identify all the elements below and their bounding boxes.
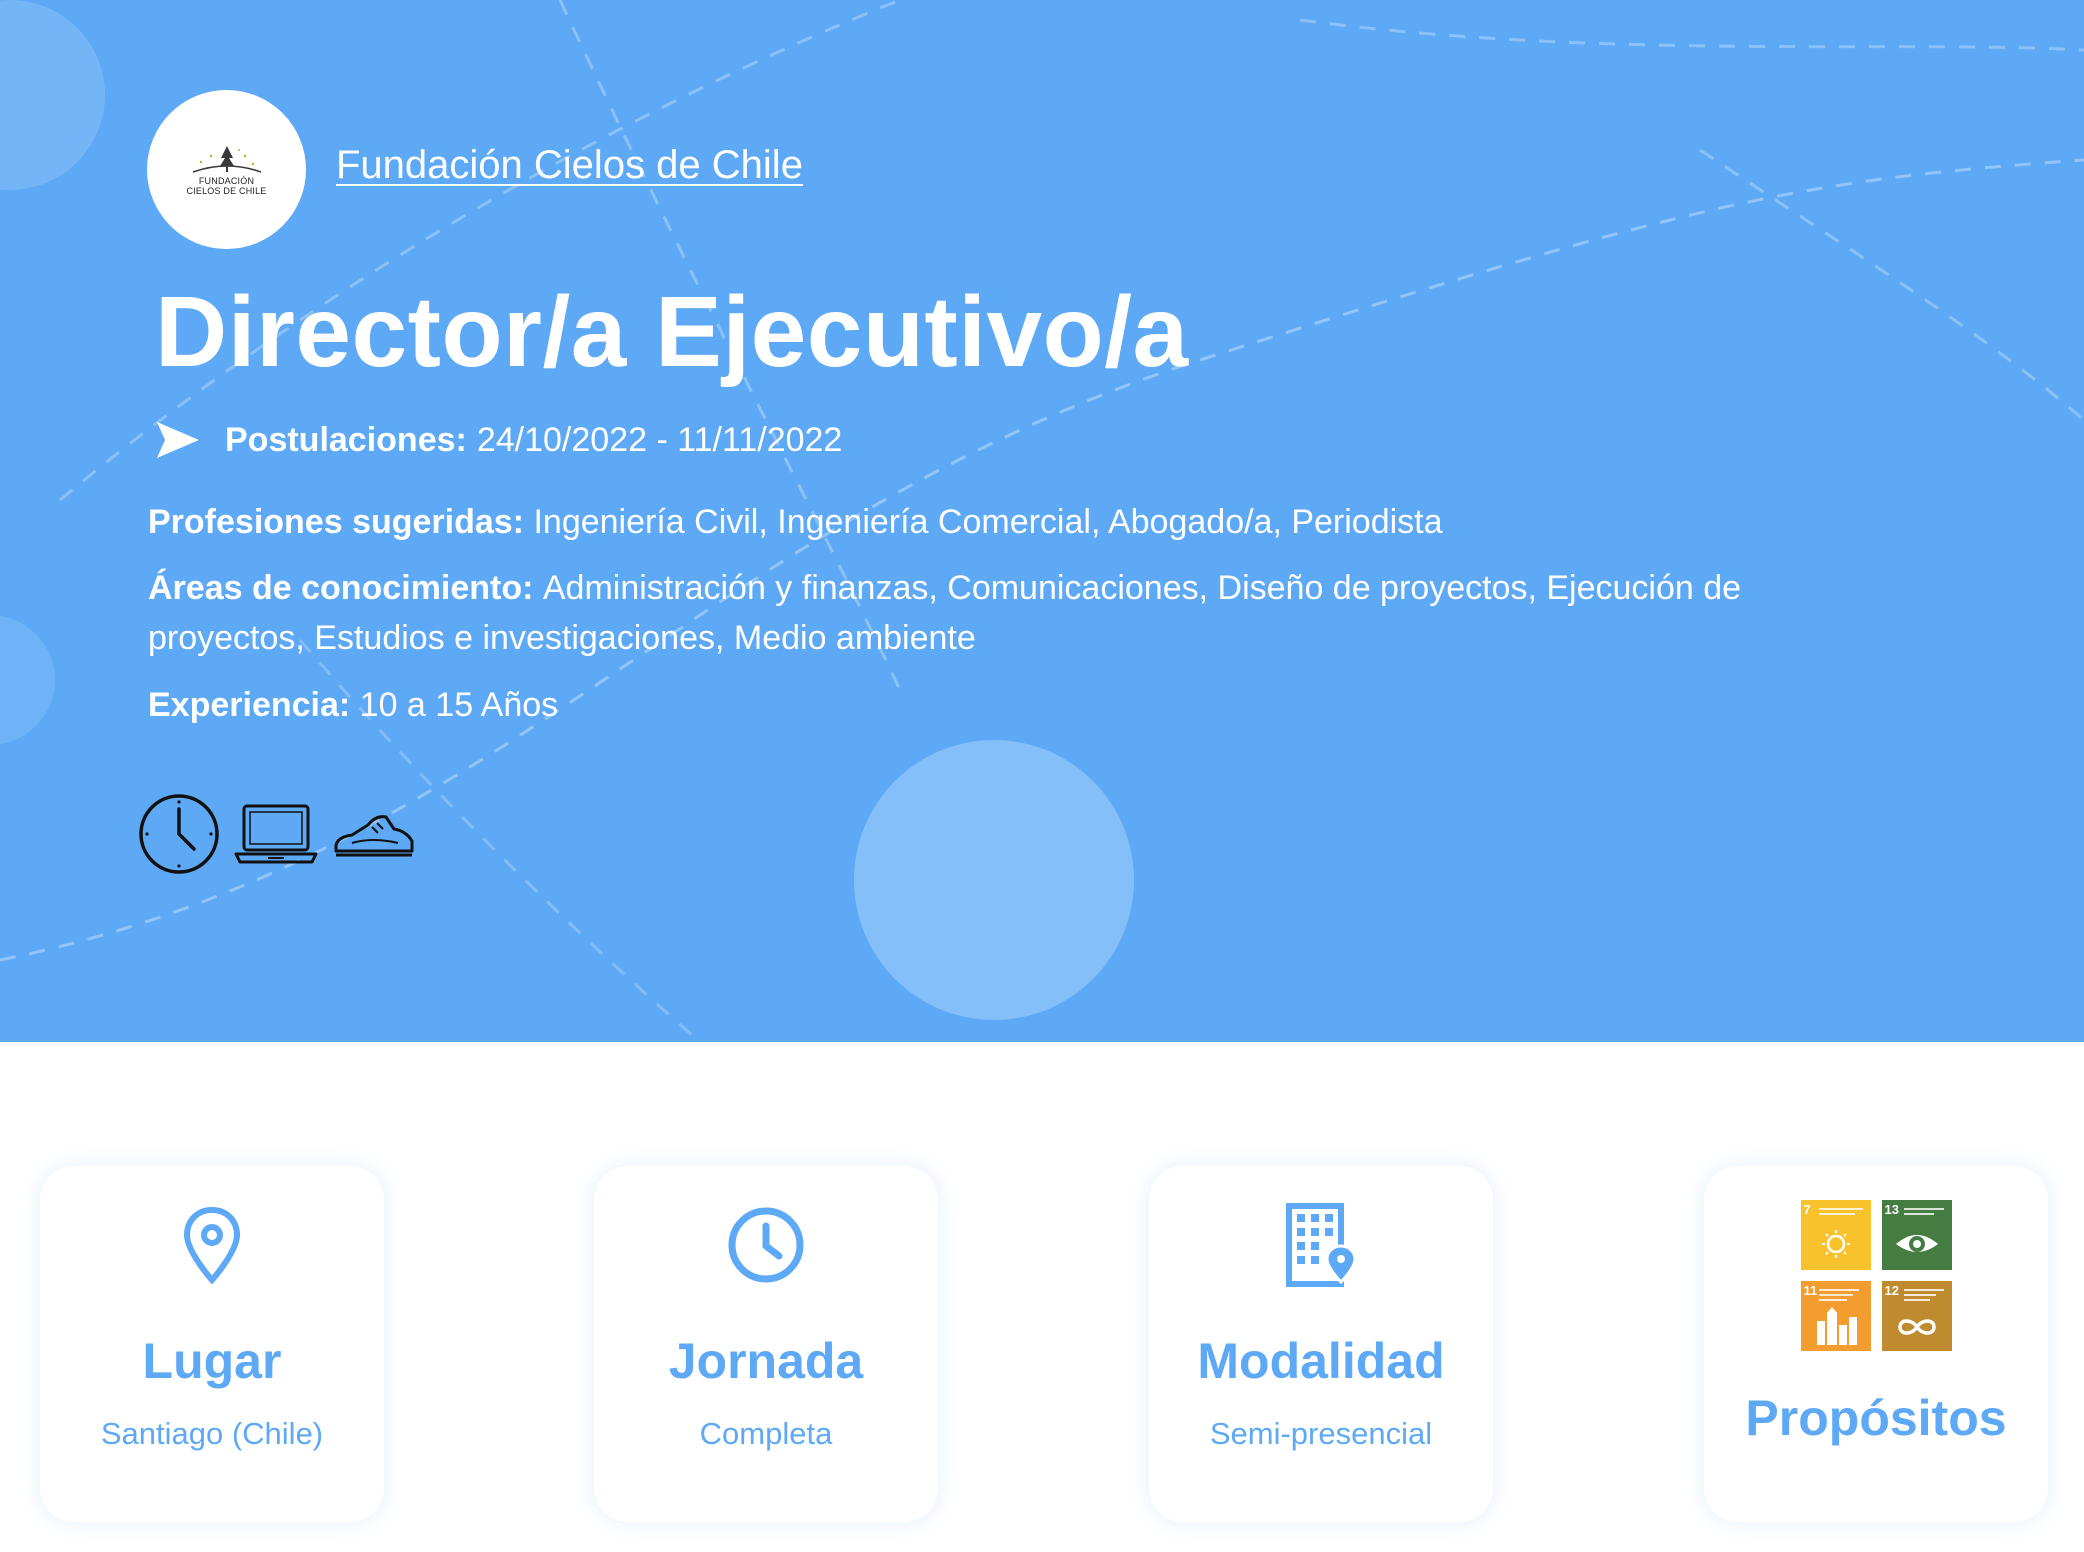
card-purposes-title: Propósitos <box>1745 1390 2007 1446</box>
logo-text-line1: FUNDACIÓN <box>198 175 255 186</box>
card-schedule: Jornada Completa <box>594 1166 938 1522</box>
job-title: Director/a Ejecutivo/a <box>155 276 1189 388</box>
experience-value: 10 a 15 Años <box>359 686 559 724</box>
experience: Experiencia: 10 a 15 Años <box>148 680 1848 730</box>
card-location-icon-wrap <box>183 1200 241 1290</box>
card-modality: Modalidad Semi-presencial <box>1149 1166 1493 1522</box>
sdg-7-tile: 7 <box>1800 1200 1871 1270</box>
card-location-title: Lugar <box>142 1333 282 1389</box>
sdg-11-tile: 11 <box>1800 1281 1871 1351</box>
card-location: Lugar Santiago (Chile) <box>40 1166 384 1522</box>
building-location-icon <box>1286 1203 1357 1287</box>
applications-dates: 24/10/2022 - 11/11/2022 <box>476 420 843 459</box>
clock-icon <box>728 1207 804 1283</box>
tree-logo-icon <box>192 145 261 173</box>
sun-icon <box>1818 1208 1863 1258</box>
sdg-number: 7 <box>1803 1202 1811 1217</box>
card-schedule-title: Jornada <box>668 1333 864 1389</box>
suggested-professions: Profesiones sugeridas: Ingeniería Civil,… <box>148 497 1848 547</box>
sneaker-icon <box>334 815 414 857</box>
feature-icons <box>138 792 416 876</box>
card-location-value: Santiago (Chile) <box>100 1416 324 1451</box>
clock-icon <box>139 794 219 874</box>
card-modality-icon-wrap <box>1283 1200 1359 1290</box>
organization-logo[interactable]: FUNDACIÓN CIELOS DE CHILE <box>147 90 306 249</box>
professions-label: Profesiones sugeridas: <box>148 503 525 541</box>
sdg-number: 13 <box>1884 1202 1899 1217</box>
logo-text-line2: CIELOS DE CHILE <box>186 185 267 196</box>
knowledge-areas: Áreas de conocimiento: Administración y … <box>148 563 1848 663</box>
applications-label: Postulaciones: <box>225 420 467 459</box>
sdg-12-tile: 12 <box>1881 1281 1952 1351</box>
sdg-13-tile: 13 <box>1881 1200 1952 1270</box>
hero-banner: FUNDACIÓN CIELOS DE CHILE Fundación Ciel… <box>0 0 2084 1042</box>
card-purposes: 7 13 11 12 Propósitos <box>1704 1166 2048 1522</box>
areas-label: Áreas de conocimiento: <box>148 569 534 607</box>
card-schedule-value: Completa <box>699 1416 833 1451</box>
experience-label: Experiencia: <box>148 686 351 724</box>
card-schedule-icon-wrap <box>727 1200 805 1290</box>
card-modality-title: Modalidad <box>1197 1333 1445 1389</box>
map-pin-icon <box>183 1206 241 1284</box>
professions-value: Ingeniería Civil, Ingeniería Comercial, … <box>533 503 1443 541</box>
send-icon <box>157 422 199 458</box>
sdg-grid: 7 13 11 12 <box>1800 1200 1952 1351</box>
sdg-number: 12 <box>1884 1283 1899 1298</box>
laptop-icon <box>234 804 318 864</box>
sdg-number: 11 <box>1803 1283 1818 1298</box>
card-modality-value: Semi-presencial <box>1209 1416 1433 1451</box>
applications-row: Postulaciones: 24/10/2022 - 11/11/2022 <box>155 414 842 466</box>
organization-link[interactable]: Fundación Cielos de Chile <box>336 143 803 188</box>
summary-cards: Lugar Santiago (Chile) Jornada Completa <box>0 1042 2084 1552</box>
